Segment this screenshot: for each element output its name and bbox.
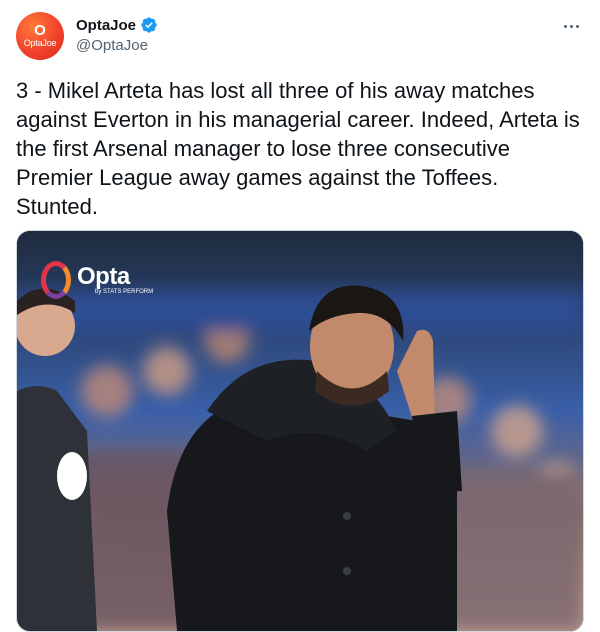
more-horizontal-icon bbox=[569, 24, 573, 28]
avatar[interactable]: O OptaJoe bbox=[16, 12, 64, 60]
tweet-text: 3 - Mikel Arteta has lost all three of h… bbox=[16, 78, 580, 219]
handle[interactable]: @OptaJoe bbox=[76, 37, 148, 54]
opta-logo-icon bbox=[41, 261, 71, 299]
tweet-photo[interactable]: Opta by STATS PERFORM bbox=[16, 230, 584, 632]
opta-logo-subtext: by STATS PERFORM bbox=[95, 288, 154, 295]
more-options-button[interactable] bbox=[560, 16, 582, 36]
more-horizontal-icon bbox=[563, 24, 567, 28]
avatar-logo-mark: O bbox=[34, 22, 46, 39]
verified-badge-icon bbox=[141, 17, 157, 33]
avatar-text: OptaJoe bbox=[23, 38, 57, 48]
display-name[interactable]: OptaJoe bbox=[76, 17, 136, 34]
opta-logo-text: Opta bbox=[77, 262, 130, 290]
opta-logo: Opta by STATS PERFORM bbox=[41, 261, 153, 299]
author-name-row: OptaJoe bbox=[76, 16, 158, 34]
more-horizontal-icon bbox=[575, 24, 579, 28]
tweet-card: O OptaJoe OptaJoe @OptaJoe 3 - Mikel Art… bbox=[0, 0, 600, 632]
